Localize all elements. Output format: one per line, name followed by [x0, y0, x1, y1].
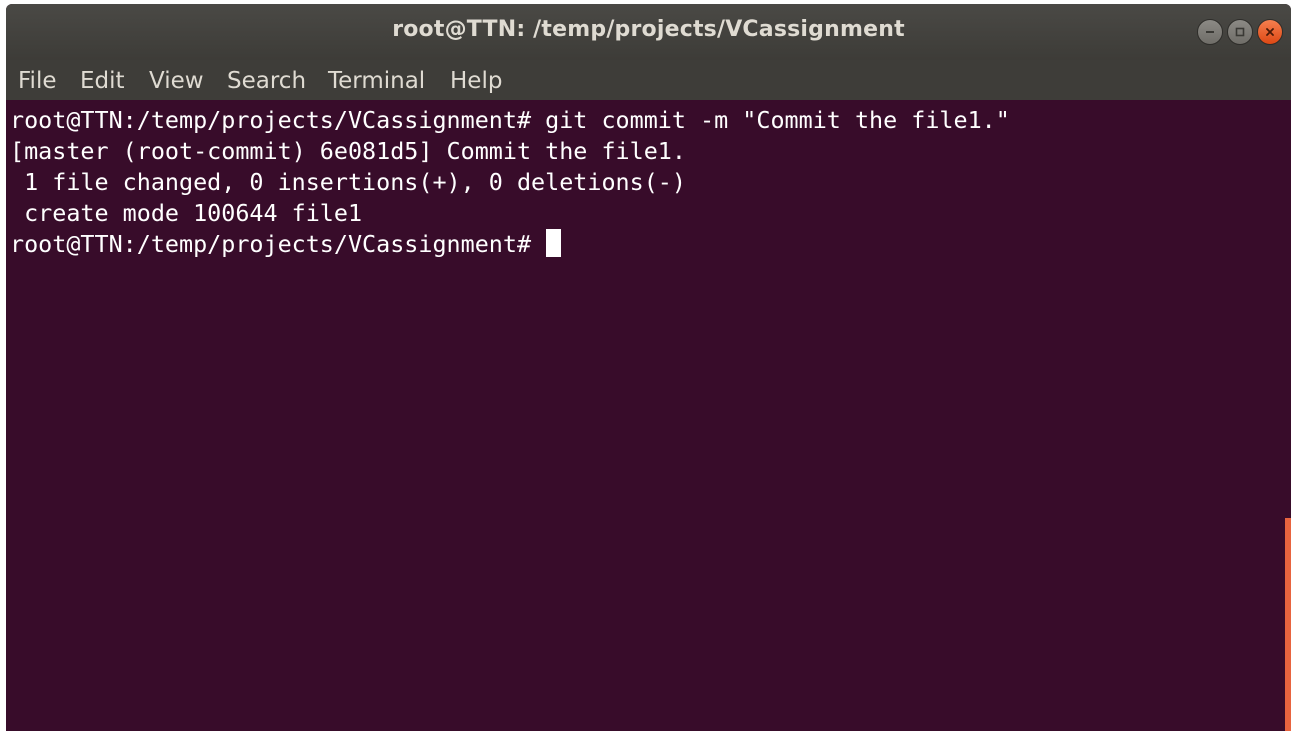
menu-view[interactable]: View: [149, 68, 204, 94]
menu-edit[interactable]: Edit: [80, 68, 125, 94]
menu-terminal[interactable]: Terminal: [328, 68, 425, 94]
terminal-window: root@TTN: /temp/projects/VCassignment Fi…: [6, 4, 1291, 731]
window-controls: [1197, 19, 1283, 45]
terminal-line: root@TTN:/temp/projects/VCassignment# gi…: [10, 106, 1010, 134]
terminal-output[interactable]: root@TTN:/temp/projects/VCassignment# gi…: [6, 100, 1291, 731]
terminal-prompt-line: root@TTN:/temp/projects/VCassignment#: [10, 229, 562, 260]
window-title: root@TTN: /temp/projects/VCassignment: [392, 17, 905, 42]
menu-search[interactable]: Search: [227, 68, 306, 94]
menu-file[interactable]: File: [18, 68, 57, 94]
maximize-icon: [1235, 27, 1245, 37]
terminal-line: [master (root-commit) 6e081d5] Commit th…: [10, 137, 686, 165]
maximize-button[interactable]: [1227, 19, 1253, 45]
minimize-icon: [1206, 31, 1214, 33]
title-bar[interactable]: root@TTN: /temp/projects/VCassignment: [6, 4, 1291, 60]
close-icon: [1266, 28, 1274, 36]
terminal-line: create mode 100644 file1: [10, 199, 363, 227]
menu-bar: File Edit View Search Terminal Help: [6, 60, 1291, 100]
menu-help[interactable]: Help: [450, 68, 502, 94]
close-button[interactable]: [1257, 19, 1283, 45]
terminal-line: 1 file changed, 0 insertions(+), 0 delet…: [10, 168, 686, 196]
scrollbar[interactable]: [1285, 518, 1291, 731]
minimize-button[interactable]: [1197, 19, 1223, 45]
text-cursor: [546, 229, 562, 257]
terminal-prompt: root@TTN:/temp/projects/VCassignment#: [10, 230, 546, 258]
